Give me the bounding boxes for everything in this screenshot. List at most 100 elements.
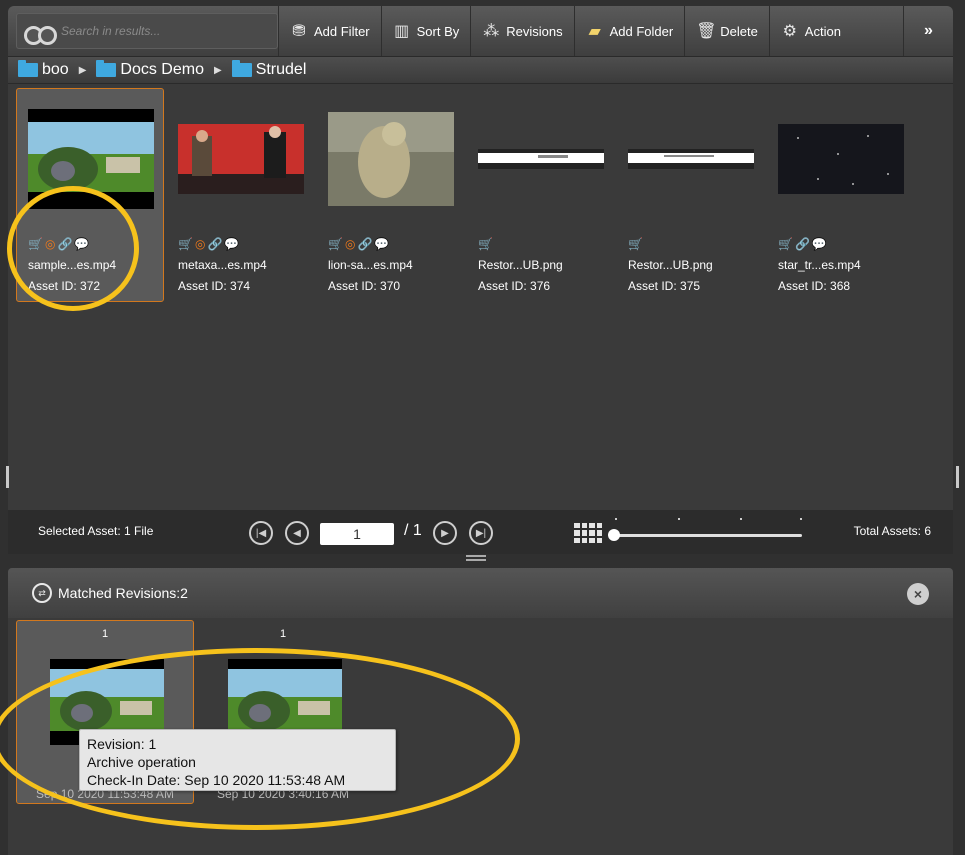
cart-icon: 🛒 [28, 237, 43, 251]
filter-icon: ⛃ [292, 23, 306, 40]
asset-grid: 🛒 ◎ 🔗 💬 sample...es.mp4 Asset ID: 372 🛒 … [8, 84, 953, 510]
breadcrumb-label: Strudel [255, 61, 307, 78]
link-icon: 🔗 [794, 237, 810, 251]
add-filter-button[interactable]: ⛃ Add Filter [278, 6, 381, 56]
delete-button[interactable]: 🗑 Delete [684, 6, 769, 56]
thumbnail-size-slider[interactable] [612, 534, 802, 537]
search-box[interactable] [16, 13, 278, 49]
ring-icon: ◎ [44, 237, 56, 251]
search-input[interactable] [61, 19, 261, 43]
binoculars-icon [23, 20, 57, 45]
breadcrumb-item-boo[interactable]: boo [18, 60, 69, 79]
revisions-title: Matched Revisions:2 [58, 585, 188, 601]
right-resize-handle[interactable] [956, 466, 959, 488]
breadcrumb-label: Docs Demo [120, 61, 204, 78]
asset-id: Asset ID: 372 [28, 279, 101, 293]
asset-tile[interactable]: 🛒 Restor...UB.png Asset ID: 375 [616, 88, 764, 302]
chevron-right-icon: ▶ [78, 64, 87, 76]
zoom-tick [740, 518, 742, 520]
asset-tile[interactable]: 🛒 ◎ 🔗 💬 lion-sa...es.mp4 Asset ID: 370 [316, 88, 464, 302]
cart-icon: 🛒 [328, 237, 343, 251]
folder-icon [231, 60, 252, 77]
panel-splitter[interactable] [466, 555, 486, 561]
comment-icon: 💬 [374, 237, 390, 251]
sort-icon: ▥ [394, 23, 410, 40]
asset-thumbnail [778, 109, 904, 209]
link-icon: 🔗 [357, 237, 373, 251]
close-revisions-button[interactable]: × [907, 583, 929, 605]
asset-thumbnail [178, 109, 304, 209]
cart-icon: 🛒 [478, 237, 493, 251]
next-page-button[interactable]: ▶ [433, 521, 457, 545]
asset-tile[interactable]: 🛒 Restor...UB.png Asset ID: 376 [466, 88, 614, 302]
last-page-button[interactable]: ▶| [469, 521, 493, 545]
breadcrumb-item-docs-demo[interactable]: Docs Demo [96, 60, 204, 79]
trash-icon: 🗑 [696, 23, 717, 40]
revision-number: 1 [101, 628, 109, 640]
asset-filename: lion-sa...es.mp4 [328, 258, 413, 272]
comment-icon: 💬 [224, 237, 240, 251]
delete-label: Delete [720, 23, 758, 39]
revision-tooltip: Revision: 1 Archive operation Check-In D… [79, 729, 396, 791]
slider-knob[interactable] [608, 529, 620, 541]
comment-icon: 💬 [74, 237, 90, 251]
asset-tile[interactable]: 🛒 ◎ 🔗 💬 sample...es.mp4 Asset ID: 372 [16, 88, 164, 302]
add-folder-icon: ▰ [588, 23, 601, 40]
asset-id: Asset ID: 376 [478, 279, 551, 293]
asset-status-icons: 🛒 ◎ 🔗 💬 [178, 237, 239, 251]
cart-icon: 🛒 [778, 237, 793, 251]
asset-thumbnail [328, 109, 454, 209]
zoom-tick [800, 518, 802, 520]
app-window: ⛃ Add Filter ▥ Sort By ⁂ Revisions ▰ Add… [0, 0, 965, 855]
ring-icon: ◎ [344, 237, 356, 251]
page-total: / 1 [404, 522, 422, 539]
revisions-label: Revisions [506, 23, 563, 39]
main-toolbar: ⛃ Add Filter ▥ Sort By ⁂ Revisions ▰ Add… [8, 6, 953, 56]
asset-status-icons: 🛒 [478, 237, 493, 251]
asset-filename: Restor...UB.png [628, 258, 713, 272]
add-filter-label: Add Filter [314, 23, 370, 39]
tooltip-checkin-date: Check-In Date: Sep 10 2020 11:53:48 AM [87, 772, 346, 788]
asset-tile[interactable]: 🛒 ◎ 🔗 💬 metaxa...es.mp4 Asset ID: 374 [166, 88, 314, 302]
cart-icon: 🛒 [628, 237, 643, 251]
revisions-icon: ⇄ [32, 583, 52, 603]
revisions-button[interactable]: ⁂ Revisions [470, 6, 573, 56]
selected-asset-count: Selected Asset: 1 File [38, 524, 154, 538]
asset-id: Asset ID: 374 [178, 279, 251, 293]
sort-by-button[interactable]: ▥ Sort By [380, 6, 471, 56]
asset-tile[interactable]: 🛒 🔗 💬 star_tr...es.mp4 Asset ID: 368 [766, 88, 914, 302]
asset-status-icons: 🛒 ◎ 🔗 💬 [28, 237, 89, 251]
asset-thumbnail [478, 109, 604, 209]
folder-icon [18, 60, 38, 77]
prev-page-button[interactable]: ◀ [285, 521, 309, 545]
asset-id: Asset ID: 375 [628, 279, 701, 293]
asset-filename: metaxa...es.mp4 [178, 258, 267, 272]
grid-view-icon[interactable] [574, 523, 602, 543]
asset-thumbnail [28, 109, 154, 209]
ring-icon: ◎ [194, 237, 206, 251]
revision-number: 1 [279, 628, 287, 640]
pagination-bar: Selected Asset: 1 File |◀ ◀ / 1 ▶ ▶| Tot… [8, 510, 953, 554]
breadcrumb-item-strudel[interactable]: Strudel [231, 60, 307, 79]
add-folder-label: Add Folder [609, 23, 674, 39]
breadcrumb: boo ▶ Docs Demo ▶ Strudel [8, 56, 953, 84]
asset-filename: star_tr...es.mp4 [778, 258, 861, 272]
breadcrumb-label: boo [42, 61, 69, 78]
link-icon: 🔗 [207, 237, 223, 251]
asset-id: Asset ID: 368 [778, 279, 851, 293]
asset-status-icons: 🛒 [628, 237, 643, 251]
action-button[interactable]: ⚙ Action [768, 6, 852, 56]
more-button[interactable]: » [903, 6, 953, 56]
zoom-tick [678, 518, 680, 520]
action-label: Action [804, 23, 841, 39]
add-folder-button[interactable]: ▰ Add Folder [573, 6, 685, 56]
asset-filename: Restor...UB.png [478, 258, 563, 272]
comment-icon: 💬 [811, 237, 827, 251]
page-number-input[interactable] [320, 523, 394, 545]
left-resize-handle[interactable] [6, 466, 9, 488]
asset-id: Asset ID: 370 [328, 279, 401, 293]
first-page-button[interactable]: |◀ [249, 521, 273, 545]
close-icon: × [913, 586, 923, 602]
folder-icon [96, 60, 117, 77]
link-icon: 🔗 [57, 237, 73, 251]
